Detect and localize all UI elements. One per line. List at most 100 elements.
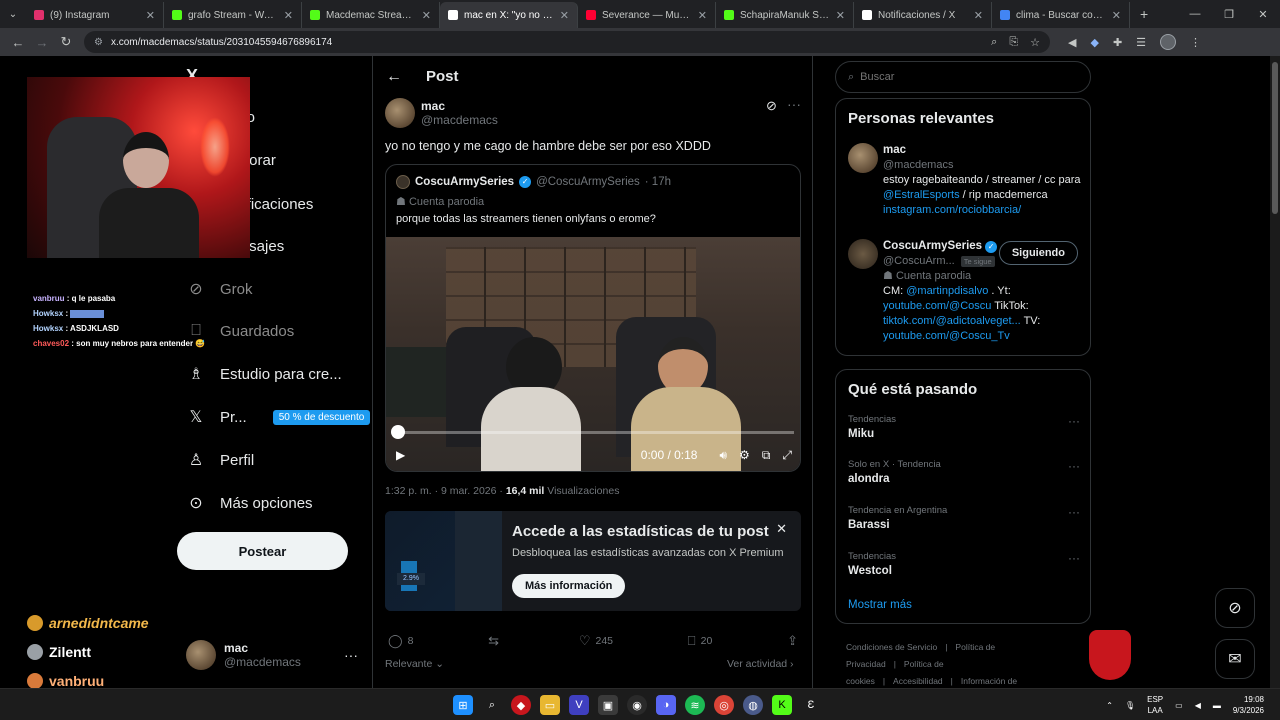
pip-icon[interactable]: ⧉ [762,448,771,463]
grok-fab-icon[interactable]: ⊘ [1215,588,1255,628]
app-icon[interactable]: ◍ [743,695,763,715]
zoom-icon[interactable]: ⌕ [991,36,997,49]
trend-item[interactable]: Tendencias Westcol ··· [848,551,1080,577]
spotify-icon[interactable]: ≋ [685,695,705,715]
search-icon[interactable]: ⌕ [482,695,502,715]
quote-author-name[interactable]: CoscuArmySeries [415,176,514,188]
browser-tab[interactable]: mac en X: "yo no tengo... ✕ [440,2,578,28]
video-scrubber[interactable] [391,425,405,439]
browser-tab[interactable]: grafo Stream - Watch Live... ✕ [164,2,302,28]
play-icon[interactable]: ▶ [396,448,405,462]
reply-button[interactable]: ◯ 8 [388,633,413,649]
windows-start-icon[interactable]: ⊞ [453,695,473,715]
close-tab-icon[interactable]: ✕ [284,9,293,22]
sort-replies-dropdown[interactable]: Relevante ⌄ [385,658,444,670]
more-info-button[interactable]: Más información [512,574,626,598]
site-info-icon[interactable]: ⚙ [94,37,103,48]
trend-item[interactable]: Solo en X · Tendencia alondra ··· [848,459,1080,485]
install-app-icon[interactable]: ⎘ [1009,36,1018,49]
network-icon[interactable]: ▭ [1175,701,1183,710]
browser-tab[interactable]: Notificaciones / X ✕ [854,2,992,28]
close-tab-icon[interactable]: ✕ [836,9,845,22]
volume-icon[interactable]: ◀ [1195,701,1201,710]
reading-list-icon[interactable]: ☰ [1136,36,1146,49]
account-switcher[interactable]: mac @macdemacs ··· [186,640,358,670]
back-button[interactable]: ← [6,35,30,50]
bio-link[interactable]: @EstralEsports [883,189,960,201]
language-indicator[interactable]: ESP LAA [1147,694,1163,716]
search-input[interactable] [860,71,1061,83]
profile-avatar[interactable] [1160,34,1177,50]
search-box[interactable]: ⌕ [835,61,1091,93]
video-progress-bar[interactable] [398,431,794,434]
back-arrow-icon[interactable]: ← [386,68,402,86]
person-name[interactable]: CoscuArmySeries [883,240,982,252]
show-more-link[interactable]: Mostrar más [848,599,912,611]
nav-item-flask[interactable]: ♗ Estudio para cre... [186,364,342,384]
post-button[interactable]: Postear [177,532,348,570]
tab-search-button[interactable]: ⌄ [0,0,26,28]
avatar[interactable] [848,143,878,173]
kick-icon[interactable]: K [772,695,792,715]
footer-link[interactable]: Accesibilidad [893,676,943,686]
person-name[interactable]: mac [883,143,1083,158]
browser-tab[interactable]: Macdemac Stream - Watch... ✕ [302,2,440,28]
battery-icon[interactable]: ▬ [1213,701,1221,710]
repost-button[interactable]: ⇆ [488,633,504,649]
address-bar[interactable]: ⚙ x.com/macdemacs/status/203104559467689… [84,31,1050,53]
author-name[interactable]: mac [421,99,498,113]
share-button[interactable]: ⇪ [787,633,798,649]
avatar[interactable] [848,239,878,269]
bookmark-button[interactable]: ⎕ 20 [688,633,713,649]
close-tab-icon[interactable]: ✕ [422,9,431,22]
view-activity-link[interactable]: Ver actividad › [727,658,794,670]
v-app-icon[interactable]: V [569,695,589,715]
more-icon[interactable]: ··· [1068,505,1080,519]
post-author[interactable]: mac @macdemacs [385,98,498,128]
grok-icon[interactable]: ⊘ [766,98,777,114]
more-icon[interactable]: ··· [787,96,801,112]
more-icon[interactable]: ··· [344,647,358,663]
browser-tab[interactable]: (9) Instagram ✕ [26,2,164,28]
close-tab-icon[interactable]: ✕ [1112,9,1121,22]
close-tab-icon[interactable]: ✕ [698,9,707,22]
chrome-icon[interactable]: ◎ [714,695,734,715]
footer-link[interactable]: Condiciones de Servicio [846,642,937,652]
browser-tab[interactable]: SchapiraManuk Stream - ... ✕ [716,2,854,28]
scrollbar[interactable] [1270,56,1280,688]
close-icon[interactable]: ✕ [776,521,787,537]
extension-icon[interactable]: ◆ [1090,36,1098,49]
like-button[interactable]: ♡ 245 [579,633,613,649]
more-icon[interactable]: ··· [1068,459,1080,473]
close-window-button[interactable]: ✕ [1246,8,1280,21]
discord-icon[interactable]: ◑ [656,695,676,715]
maximize-button[interactable]: ❐ [1212,8,1246,21]
trend-item[interactable]: Tendencias Miku ··· [848,414,1080,440]
more-icon[interactable]: ··· [1068,414,1080,428]
msi-app-icon[interactable]: ◆ [511,695,531,715]
audio-icon[interactable]: ◀ [1068,36,1076,49]
settings-gear-icon[interactable]: ⚙ [739,448,750,462]
bio-url[interactable]: instagram.com/rociobbarcia/ [883,203,1083,218]
extensions-puzzle-icon[interactable]: ✚ [1113,36,1122,49]
browser-menu-icon[interactable]: ⋮ [1190,36,1201,49]
minimize-button[interactable]: — [1178,8,1212,20]
video-player[interactable]: ▶ 0:00 / 0:18 🔊︎ ⚙ ⧉ ⤢ [386,237,800,471]
forward-button[interactable]: → [30,35,54,50]
obs-icon[interactable]: ◉ [627,695,647,715]
following-button[interactable]: Siguiendo [998,241,1078,265]
messages-fab-icon[interactable]: ✉ [1215,639,1255,679]
chevron-up-icon[interactable]: ⌃ [1106,701,1113,710]
app-icon[interactable]: Ɛ [801,695,821,715]
more-icon[interactable]: ··· [1068,551,1080,565]
clock[interactable]: 19:08 9/3/2026 [1233,694,1264,716]
nav-item-x-premium[interactable]: 𝕏 Pr... 50 % de descuento [186,407,371,427]
bookmark-star-icon[interactable]: ☆ [1030,36,1040,49]
browser-tab[interactable]: clima - Buscar con Google ✕ [992,2,1130,28]
file-explorer-icon[interactable]: ▭ [540,695,560,715]
new-tab-button[interactable]: + [1130,6,1148,22]
nav-item-person[interactable]: ♙ Perfil [186,450,254,470]
avatar[interactable] [385,98,415,128]
close-tab-icon[interactable]: ✕ [560,9,569,22]
quoted-post[interactable]: CoscuArmySeries ✓ @CoscuArmySeries · 17h… [385,164,801,472]
